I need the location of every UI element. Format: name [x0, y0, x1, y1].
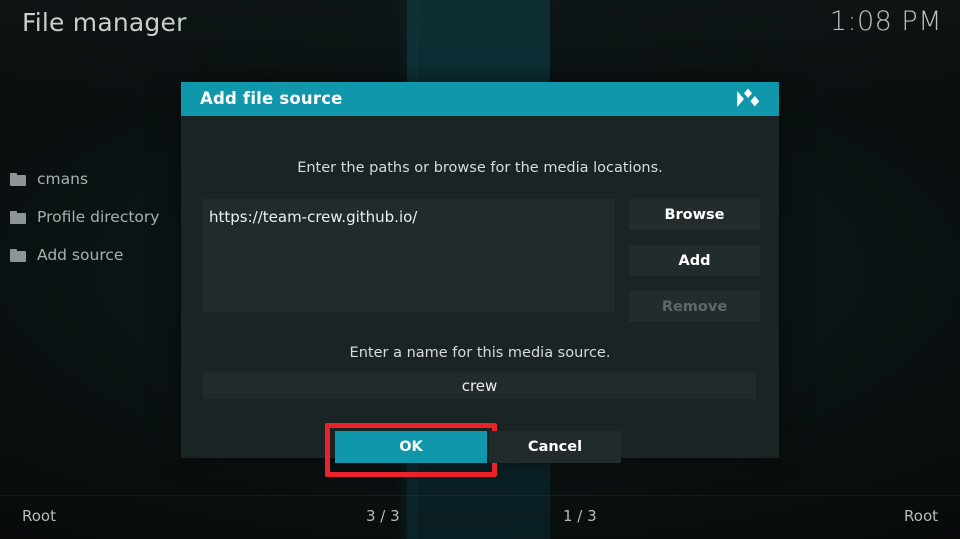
path-list-input[interactable]: https://team-crew.github.io/ [203, 199, 615, 312]
source-name-value: crew [461, 377, 498, 395]
list-item-label: Add source [37, 246, 124, 264]
folder-icon [10, 172, 26, 186]
folder-icon [10, 210, 26, 224]
add-file-source-dialog: Add file source Enter the paths or brows… [181, 82, 779, 477]
paths-hint-label: Enter the paths or browse for the media … [297, 160, 663, 176]
folder-icon [10, 248, 26, 262]
dialog-title: Add file source [200, 89, 343, 108]
clock: 1:08 PM [829, 6, 942, 37]
list-item-profile-directory[interactable]: Profile directory [0, 198, 180, 236]
list-item-label: Profile directory [37, 208, 160, 226]
top-bar: File manager 1:08 PM [0, 0, 960, 52]
name-hint-label: Enter a name for this media source. [349, 345, 611, 361]
status-right-count: 1 / 3 [563, 507, 597, 525]
list-item-cmans[interactable]: cmans [0, 160, 180, 198]
status-right-path: Root [904, 507, 938, 525]
source-name-input[interactable]: crew [203, 373, 756, 399]
dialog-title-bar: Add file source [181, 82, 779, 116]
dialog-body: Enter the paths or browse for the media … [181, 116, 779, 477]
status-bar: Root 3 / 3 1 / 3 Root [0, 495, 960, 539]
file-list: cmans Profile directory Add source [0, 160, 180, 274]
ok-button[interactable]: OK [335, 431, 487, 463]
cancel-button[interactable]: Cancel [489, 431, 621, 463]
remove-button: Remove [629, 291, 760, 322]
page-title: File manager [22, 8, 187, 37]
kodi-logo-icon [735, 87, 761, 111]
status-left-path: Root [22, 507, 56, 525]
add-button[interactable]: Add [629, 245, 760, 276]
list-item-add-source[interactable]: Add source [0, 236, 180, 274]
browse-button[interactable]: Browse [629, 199, 760, 230]
status-left-count: 3 / 3 [366, 507, 400, 525]
path-value-text: https://team-crew.github.io/ [209, 208, 418, 226]
list-item-label: cmans [37, 170, 89, 188]
